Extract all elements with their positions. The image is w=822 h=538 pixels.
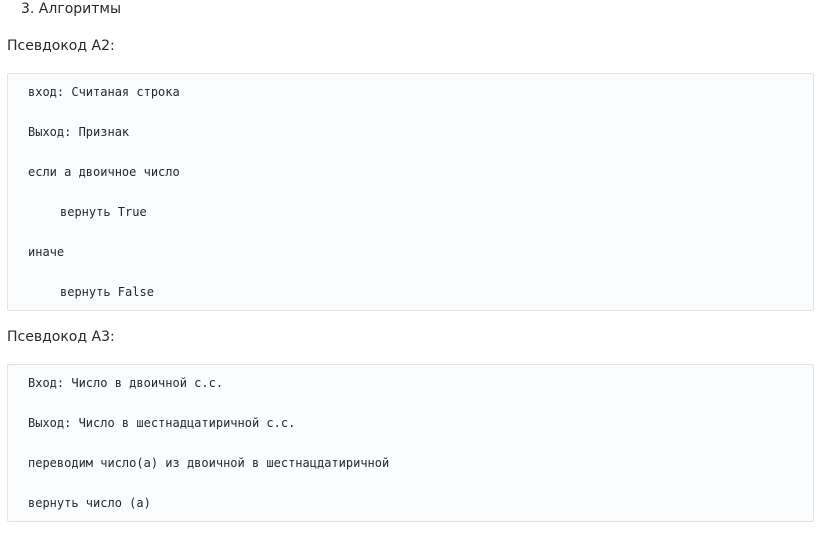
code-line: вернуть False [60, 285, 154, 299]
code-line: Выход: Признак [28, 125, 130, 139]
code-line: Выход: Число в шестнадцатиричной с.с. [28, 416, 296, 430]
code-line: вход: Считаная строка [28, 85, 180, 99]
code-line: иначе [28, 245, 65, 259]
code-line: переводим число(а) из двоичной в шестнац… [28, 456, 390, 470]
code-line: вернуть True [60, 205, 147, 219]
code-line: вернуть число (а) [28, 496, 151, 510]
pseudocode-a3-block: Вход: Число в двоичной с.с. Выход: Число… [7, 364, 814, 522]
pseudocode-a3-label: Псевдокод А3: [7, 329, 115, 345]
pseudocode-a2-block: вход: Считаная строка Выход: Признак есл… [7, 73, 814, 311]
code-line: если а двоичное число [28, 165, 180, 179]
section-heading: 3. Алгоритмы [21, 1, 122, 17]
code-line: Вход: Число в двоичной с.с. [28, 376, 224, 390]
pseudocode-a2-label: Псевдокод А2: [7, 38, 115, 54]
